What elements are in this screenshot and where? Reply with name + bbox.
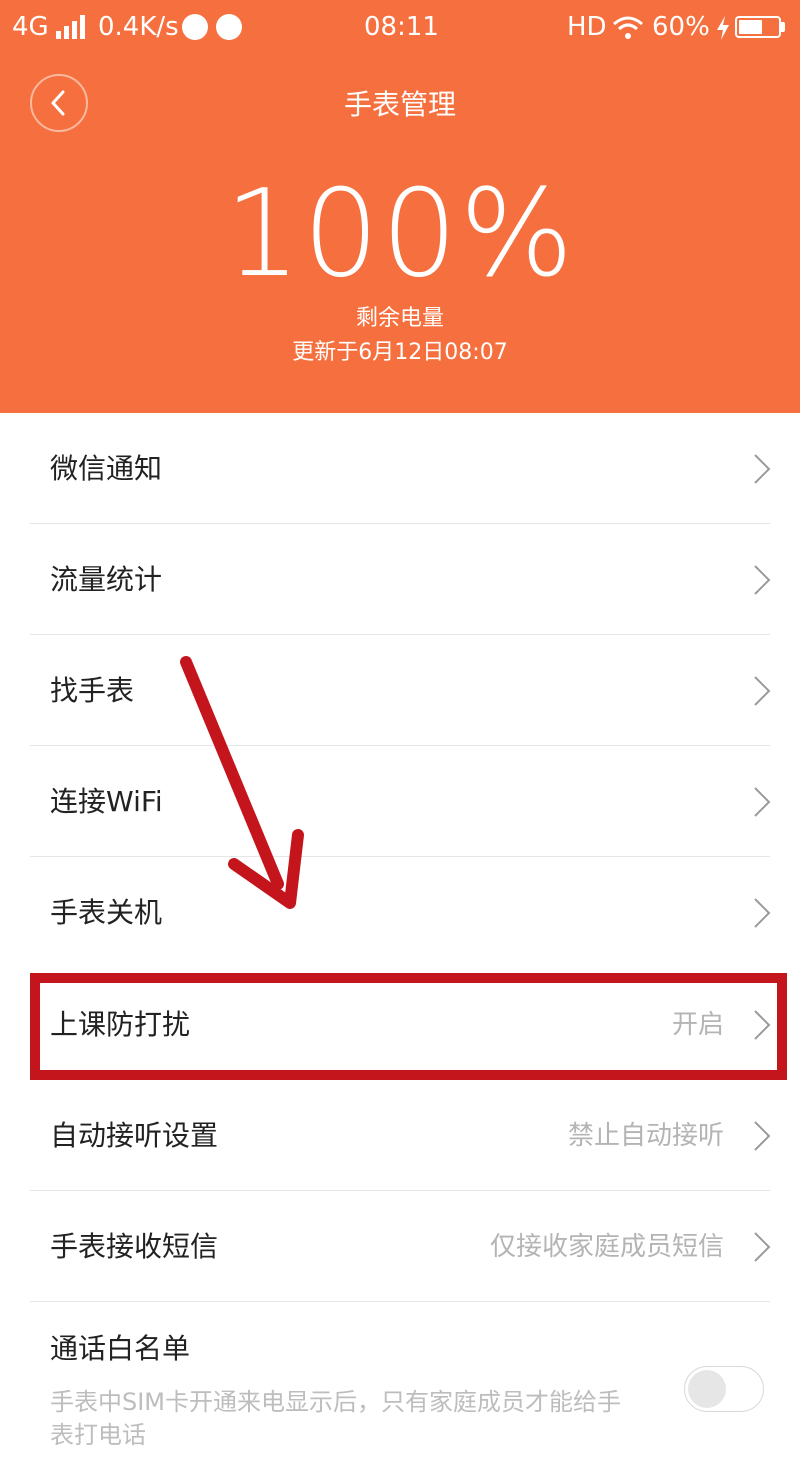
menu-item-data-usage[interactable]: 流量统计 (0, 525, 800, 635)
divider (30, 1301, 770, 1302)
menu-item-power-off[interactable]: 手表关机 (0, 858, 800, 968)
network-speed: 0.4K/s (98, 12, 179, 42)
whitelist-toggle[interactable] (684, 1366, 764, 1412)
battery-percent: 60% (652, 12, 710, 42)
whitelist-description: 手表中SIM卡开通来电显示后，只有家庭成员才能给手表打电话 (50, 1388, 622, 1449)
divider (30, 1190, 770, 1191)
highlight-box (30, 973, 787, 1080)
divider (30, 634, 770, 635)
menu-item-label: 微信通知 (50, 452, 163, 485)
divider (30, 523, 770, 524)
chevron-right-icon (754, 1121, 771, 1151)
signal-icon (56, 15, 90, 39)
menu-item-auto-answer[interactable]: 自动接听设置 禁止自动接听 (0, 1081, 800, 1191)
app-notification-icon-2 (216, 14, 242, 40)
page-title: 手表管理 (343, 88, 456, 121)
update-time: 更新于6月12日08:07 (292, 340, 508, 365)
battery-level: 100% (224, 165, 576, 304)
chevron-right-icon (754, 787, 771, 817)
menu-item-connect-wifi[interactable]: 连接WiFi (0, 747, 800, 857)
menu-item-label: 找手表 (50, 674, 135, 707)
menu-item-label: 手表接收短信 (50, 1230, 219, 1263)
app-notification-icon (182, 14, 208, 40)
chevron-right-icon (754, 898, 771, 928)
menu-item-label: 流量统计 (50, 563, 163, 596)
whitelist-title: 通话白名单 (50, 1332, 191, 1365)
chevron-right-icon (754, 565, 771, 595)
battery-icon (735, 16, 781, 38)
charging-icon (717, 16, 729, 40)
clock: 08:11 (364, 12, 439, 42)
menu-item-label: 连接WiFi (50, 785, 163, 818)
menu-item-wechat-notification[interactable]: 微信通知 (0, 414, 800, 524)
battery-label: 剩余电量 (355, 306, 444, 331)
chevron-right-icon (754, 1232, 771, 1262)
hd-indicator: HD (567, 12, 607, 42)
menu-item-sms-receive[interactable]: 手表接收短信 仅接收家庭成员短信 (0, 1192, 800, 1302)
wifi-icon (613, 16, 643, 39)
network-type: 4G (12, 12, 49, 42)
menu-item-value: 禁止自动接听 (567, 1121, 724, 1151)
chevron-right-icon (754, 676, 771, 706)
menu-item-find-watch[interactable]: 找手表 (0, 636, 800, 746)
menu-item-label: 自动接听设置 (50, 1119, 219, 1152)
status-bar: 4G 0.4K/s 08:11 HD 60% (0, 0, 800, 56)
header: 4G 0.4K/s 08:11 HD 60% 手表管理 100% 剩余电量 更新… (0, 0, 800, 413)
toggle-knob (688, 1370, 726, 1408)
divider (30, 856, 770, 857)
chevron-right-icon (754, 454, 771, 484)
menu-item-label: 手表关机 (50, 896, 163, 929)
divider (30, 745, 770, 746)
menu-item-value: 仅接收家庭成员短信 (489, 1232, 724, 1262)
